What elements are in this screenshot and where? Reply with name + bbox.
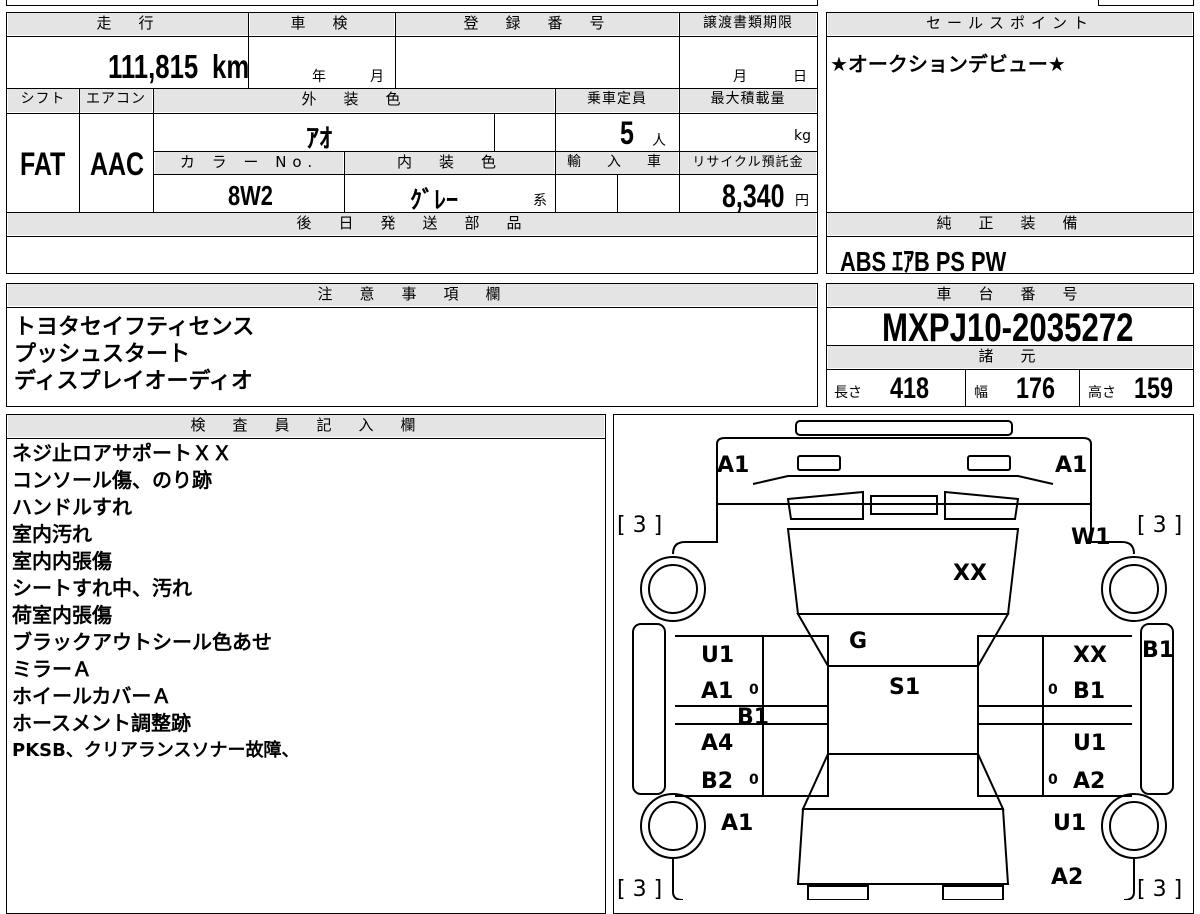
inspector-note: ネジ止ロアサポートＸＸ (12, 441, 232, 465)
label-left-rear-door-1: A4 (701, 731, 733, 756)
genuine-equipment-value: ABS ｴｱB PS PW (840, 246, 1007, 277)
recycle-fee-unit: 円 (795, 193, 809, 209)
inspector-note: ブラックアウトシール色あせ (12, 630, 272, 654)
label-right-rear-door-1: U1 (1073, 731, 1106, 756)
label-roof: S1 (889, 675, 920, 700)
transfer-day: 日 (793, 69, 807, 85)
inspector-note: PKSB、クリアランスソナー故障、 (12, 740, 300, 761)
import-header: 輸 入 車 (556, 152, 678, 174)
inspector-note: 室内内張傷 (12, 549, 112, 573)
inspection-header: 車 検 (250, 13, 394, 35)
inspector-note: ミラーＡ (12, 657, 92, 681)
registration-header: 登 録 番 号 (396, 13, 678, 35)
mileage-header: 走 行 (8, 13, 248, 35)
inspector-notes-list: ネジ止ロアサポートＸＸ コンソール傷、のり跡 ハンドルすれ 室内汚れ 室内内張傷… (12, 440, 299, 764)
genuine-equipment-header: 純 正 装 備 (828, 213, 1192, 235)
max-load-unit: kg (794, 128, 811, 144)
notes-list: トヨタセイフティセンス プッシュスタート ディスプレイオーディオ (14, 314, 254, 395)
label-bracket-fr: [ 3 ] (1137, 513, 1182, 538)
label-right-mirror: B1 (1142, 638, 1174, 663)
label-bracket-fl: [ 3 ] (617, 513, 662, 538)
label-rear-left: A1 (721, 811, 753, 836)
spec-length-value: 418 (890, 372, 930, 405)
chassis-no-header: 車 台 番 号 (828, 284, 1192, 306)
label-right-front-door-1: XX (1073, 643, 1107, 668)
inspector-note: ハンドルすれ (12, 495, 132, 519)
mileage-value: 111,815 (108, 48, 199, 85)
color-no-value: 8W2 (228, 180, 273, 211)
inspector-note: ホースメント調整跡 (12, 711, 191, 735)
note-item: トヨタセイフティセンス (14, 315, 255, 340)
note-item: プッシュスタート (14, 342, 191, 367)
color-no-header: カ ラ ー No. (155, 152, 343, 174)
spec-length-label: 長さ (834, 385, 862, 401)
spec-width-label: 幅 (974, 385, 988, 401)
exterior-color-value: ｱｵ (306, 124, 333, 154)
spec-height-value: 159 (1134, 372, 1174, 405)
inspection-year: 年 (312, 69, 326, 85)
label-rear-right-1: U1 (1053, 811, 1086, 836)
inspector-note: シートすれ中、汚れ (12, 576, 192, 600)
capacity-unit: 人 (652, 133, 666, 149)
interior-color-header: 内 装 色 (345, 152, 554, 174)
label-fender-right: W1 (1071, 525, 1111, 550)
label-right-rear-door-2: A2 (1073, 769, 1105, 794)
label-rear-right-2: A2 (1051, 865, 1083, 890)
zero-mark: 0 (1048, 682, 1058, 698)
recycle-fee-value: 8,340 (722, 178, 785, 214)
label-front-right: A1 (1055, 453, 1087, 478)
recycle-fee-header: リサイクル預託金 (680, 152, 816, 174)
inspector-note: コンソール傷、のり跡 (12, 468, 212, 492)
note-item: ディスプレイオーディオ (14, 369, 253, 394)
aircon-header: エアコン (80, 89, 152, 112)
interior-color-suffix: 系 (533, 193, 547, 209)
specs-header: 諸 元 (828, 346, 1192, 368)
transfer-month: 月 (733, 69, 747, 85)
label-bracket-rl: [ 3 ] (617, 877, 662, 900)
spec-width-value: 176 (1016, 372, 1056, 405)
label-front-left: A1 (717, 453, 749, 478)
car-damage-diagram: A1 A1 [ 3 ] [ 3 ] W1 XX G S1 U1 A1 B1 A4… (617, 420, 1182, 900)
top-strip (6, 0, 818, 6)
zero-mark: 0 (1048, 772, 1058, 788)
capacity-header: 乗車定員 (556, 89, 678, 112)
shift-value: FAT (20, 146, 66, 182)
inspector-header: 検 査 員 記 入 欄 (8, 415, 604, 437)
sales-point-value: ★オークションデビュー★ (830, 52, 1066, 76)
aircon-value: AAC (90, 146, 145, 182)
zero-mark: 0 (749, 682, 759, 698)
capacity-value: 5 (620, 115, 634, 151)
label-left-sill: B1 (737, 705, 769, 730)
mileage-unit: km (212, 48, 250, 85)
label-windshield: G (849, 629, 867, 654)
inspector-note: ホイールカバーＡ (12, 684, 172, 708)
inspection-month: 月 (370, 69, 384, 85)
inspector-note: 室内汚れ (12, 522, 92, 546)
top-strip-right (1098, 0, 1194, 6)
later-parts-header: 後 日 発 送 部 品 (8, 213, 816, 235)
label-left-rear-door-2: B2 (701, 769, 733, 794)
max-load-header: 最大積載量 (680, 89, 816, 112)
shift-header: シフト (8, 89, 78, 112)
exterior-color-header: 外 装 色 (154, 89, 554, 112)
label-left-front-door-1: U1 (701, 643, 734, 668)
label-left-front-door-2: A1 (701, 679, 733, 704)
label-right-front-door-2: B1 (1073, 679, 1105, 704)
label-hood: XX (953, 561, 987, 586)
notes-header: 注 意 事 項 欄 (8, 284, 816, 306)
spec-height-label: 高さ (1088, 385, 1116, 401)
label-bracket-rr: [ 3 ] (1137, 877, 1182, 900)
inspector-note: 荷室内張傷 (12, 603, 112, 627)
zero-mark: 0 (749, 772, 759, 788)
sales-point-header: セールスポイント (828, 13, 1192, 35)
interior-color-value: ｸﾞﾚｰ (410, 186, 458, 214)
transfer-deadline-header: 譲渡書類期限 (680, 13, 816, 35)
